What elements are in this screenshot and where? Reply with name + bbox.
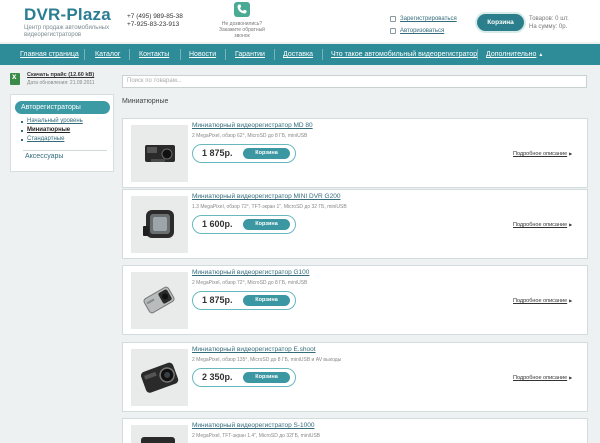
product-price: 1 875р.: [202, 148, 233, 158]
sidebar-item-dvr[interactable]: Авторегистраторы: [15, 101, 110, 114]
nav-item-more-label: Дополнительно: [486, 51, 537, 58]
logo-text-plaza: Plaza: [66, 5, 111, 24]
product-image[interactable]: [131, 272, 188, 329]
callback-text[interactable]: Не дозвонились? Закажите обратный звонок: [214, 21, 270, 39]
sidebar-item-accessories[interactable]: Аксессуары: [25, 153, 63, 160]
product-title-link[interactable]: Миниатюрный видеорегистратор MD 80: [192, 122, 313, 129]
excel-icon: [10, 72, 20, 85]
more-details-link[interactable]: Подробное описание ▶: [513, 151, 572, 157]
add-to-cart-button[interactable]: Корзина: [243, 372, 290, 383]
phone-2: +7-925-83-23-913: [127, 20, 180, 28]
buy-block: 2 350р. Корзина: [192, 368, 296, 387]
more-details-link[interactable]: Подробное описание ▶: [513, 298, 572, 304]
logo-subtitle: Центр продаж автомобильных видеорегистра…: [24, 25, 110, 38]
nav-item-contacts[interactable]: Контакты: [139, 44, 169, 65]
product-card: Миниатюрный видеорегистратор MINI DVR G2…: [122, 189, 588, 259]
sidebar-menu: Авторегистраторы Начальный уровень Миниа…: [10, 94, 114, 172]
product-description: 2 MegaPixel, TFT-экран 1.4", MicroSD до …: [192, 433, 321, 439]
header-cart-button[interactable]: Корзина: [477, 14, 524, 31]
arrow-right-icon: ▶: [569, 375, 573, 380]
nav-item-catalog[interactable]: Каталог: [95, 44, 120, 65]
product-card: Миниатюрный видеорегистратор E.shoot 2 M…: [122, 342, 588, 412]
cart-total-sum: На сумму: 0р.: [529, 24, 568, 30]
product-card: Миниатюрный видеорегистратор MD 80 2 Meg…: [122, 118, 588, 188]
key-icon: [390, 28, 396, 34]
more-details-label: Подробное описание: [513, 298, 568, 304]
nav-item-delivery[interactable]: Доставка: [283, 44, 313, 65]
main-nav: Главная страница Каталог Контакты Новост…: [0, 44, 600, 65]
product-title-link[interactable]: Миниатюрный видеорегистратор E.shoot: [192, 346, 316, 353]
nav-divider: [322, 49, 323, 60]
product-title-link[interactable]: Миниатюрный видеорегистратор G100: [192, 269, 309, 276]
search-input[interactable]: Поиск по товарам...: [122, 75, 587, 88]
nav-item-home[interactable]: Главная страница: [20, 44, 79, 65]
product-image[interactable]: [131, 425, 188, 443]
lock-icon: [390, 16, 396, 22]
callback-phone-icon[interactable]: [234, 2, 250, 17]
phone-1: +7 (495) 989-85-38: [127, 13, 183, 20]
sidebar-sub-standard[interactable]: Стандартные: [20, 136, 64, 142]
nav-divider: [477, 49, 478, 60]
more-details-link[interactable]: Подробное описание ▶: [513, 222, 572, 228]
product-price: 1 600р.: [202, 219, 233, 229]
nav-divider: [84, 49, 85, 60]
download-price-size: (12.60 kB): [68, 72, 95, 78]
category-title: Миниатюрные: [122, 98, 169, 105]
cart-summary: Товаров: 0 шт. На сумму: 0р.: [529, 15, 569, 31]
product-card: Миниатюрный видеорегистратор G100 2 Mega…: [122, 265, 588, 335]
nav-divider: [274, 49, 275, 60]
buy-block: 1 600р. Корзина: [192, 215, 296, 234]
buy-block: 1 875р. Корзина: [192, 291, 296, 310]
download-price-label: Скачать прайс: [27, 72, 67, 78]
price-download: Скачать прайс (12.60 kB) Дата обновления…: [10, 72, 113, 90]
product-price: 2 350р.: [202, 372, 233, 382]
product-price: 1 875р.: [202, 295, 233, 305]
product-description: 2 MegaPixel, обзор 62°, MicroSD до 8 ГБ,…: [192, 133, 308, 139]
sidebar-divider: [23, 150, 107, 151]
more-details-label: Подробное описание: [513, 151, 568, 157]
product-description: 2 MegaPixel, обзор 72°, MicroSD до 8 ГБ,…: [192, 280, 308, 286]
product-description: 1.3 MegaPixel, обзор 72°, TFT-экран 1", …: [192, 204, 347, 210]
logo-text-dvr: DVR: [24, 5, 61, 24]
nav-item-about-dvr[interactable]: Что такое автомобильный видеорегистратор: [331, 44, 477, 65]
add-to-cart-button[interactable]: Корзина: [243, 295, 290, 306]
sidebar-sub-entry-level[interactable]: Начальный уровень: [21, 118, 83, 124]
product-title-link[interactable]: Миниатюрный видеорегистратор MINI DVR G2…: [192, 193, 340, 200]
price-update-date: Дата обновления: 21.09.2011: [27, 80, 95, 86]
more-details-link[interactable]: Подробное описание ▶: [513, 375, 572, 381]
phone-numbers: +7 (495) 989-85-38 +7-925-83-23-913: [127, 13, 183, 28]
nav-item-guarantees[interactable]: Гарантии: [235, 44, 265, 65]
nav-item-more[interactable]: Дополнительно ▲: [486, 44, 543, 65]
caret-up-icon: ▲: [538, 52, 544, 58]
login-link[interactable]: Авторизоваться: [400, 25, 444, 37]
nav-item-news[interactable]: Новости: [189, 44, 216, 65]
buy-block: 1 875р. Корзина: [192, 144, 296, 163]
nav-divider: [225, 49, 226, 60]
add-to-cart-button[interactable]: Корзина: [243, 148, 290, 159]
product-card: Миниатюрный видеорегистратор S-1000 2 Me…: [122, 418, 588, 443]
product-image[interactable]: [131, 349, 188, 406]
product-title-link[interactable]: Миниатюрный видеорегистратор S-1000: [192, 422, 314, 429]
more-details-label: Подробное описание: [513, 375, 568, 381]
auth-links: Зарегистрироваться Авторизоваться: [390, 13, 457, 37]
product-image[interactable]: [131, 125, 188, 182]
sidebar-sub-miniature[interactable]: Миниатюрные: [20, 127, 70, 133]
site-header: DVR-Plaza Центр продаж автомобильных вид…: [0, 0, 600, 42]
product-image[interactable]: [131, 196, 188, 253]
register-link[interactable]: Зарегистрироваться: [400, 13, 457, 25]
nav-divider: [180, 49, 181, 60]
nav-divider: [129, 49, 130, 60]
cart-goods-count: Товаров: 0 шт.: [529, 16, 569, 22]
arrow-right-icon: ▶: [569, 151, 573, 156]
arrow-right-icon: ▶: [569, 298, 573, 303]
add-to-cart-button[interactable]: Корзина: [243, 219, 290, 230]
site-logo[interactable]: DVR-Plaza Центр продаж автомобильных вид…: [24, 6, 114, 39]
more-details-label: Подробное описание: [513, 222, 568, 228]
product-description: 2 MegaPixel, обзор 135°, MicroSD до 8 ГБ…: [192, 357, 342, 363]
download-price-link[interactable]: Скачать прайс (12.60 kB): [27, 72, 94, 78]
arrow-right-icon: ▶: [569, 222, 573, 227]
